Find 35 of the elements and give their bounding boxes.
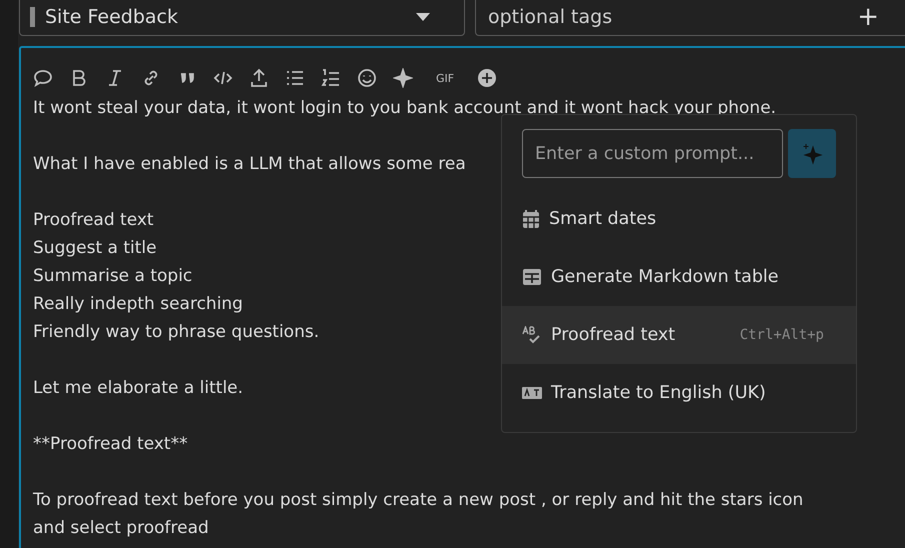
spellcheck-icon: [522, 326, 542, 344]
sparkle-icon: [801, 142, 824, 164]
custom-prompt-field[interactable]: Enter a custom prompt...: [522, 129, 784, 178]
caret-icon: [416, 12, 430, 22]
tags-field[interactable]: optional tags +: [475, 0, 905, 36]
post-text-line: Friendly way to phrase questions.: [33, 321, 320, 344]
menu-item[interactable]: Smart dates: [502, 190, 856, 248]
post-text-line: Proofread text: [33, 209, 154, 232]
menu-item[interactable]: Translate to English (UK): [502, 364, 856, 422]
post-text-line: **Proofread text**: [33, 433, 188, 456]
post-text-line: and select proofread: [33, 517, 209, 540]
numbered-list-icon[interactable]: [321, 68, 341, 88]
chat-bubble-icon[interactable]: [33, 68, 53, 88]
category-select[interactable]: Site Feedback: [19, 0, 465, 36]
category-color-bar: [30, 7, 35, 27]
post-text-line: Really indepth searching: [33, 293, 243, 316]
calendar-icon: [522, 209, 540, 229]
menu-item[interactable]: Proofread text Ctrl+Alt+p: [502, 306, 856, 364]
bullet-list-icon[interactable]: [285, 68, 305, 88]
post-text-line: What I have enabled is a LLM that allows some rea: [33, 153, 466, 176]
translate-icon: [522, 386, 542, 400]
plus-circle-icon[interactable]: [477, 68, 498, 88]
post-text-line: It wont steal your data, it wont login to you bank account and it wont hack your phone.: [33, 97, 776, 120]
add-tag-button[interactable]: +: [857, 4, 879, 30]
sparkle-icon[interactable]: [393, 68, 413, 88]
gif-button[interactable]: GIF: [429, 72, 462, 84]
post-text-line: To proofread text before you post simply create a new post , or reply and hit the stars icon: [33, 489, 804, 512]
post-text-line: Let me elaborate a little.: [33, 377, 244, 400]
keyboard-shortcut: Ctrl+Alt+p: [740, 327, 824, 343]
menu-item[interactable]: Generate Markdown table: [502, 248, 856, 306]
post-text-line: Suggest a title: [33, 237, 157, 260]
table-icon: [522, 268, 542, 286]
smiley-icon[interactable]: [357, 68, 377, 88]
post-text-line: Summarise a topic: [33, 265, 192, 288]
upload-icon[interactable]: [249, 68, 269, 88]
